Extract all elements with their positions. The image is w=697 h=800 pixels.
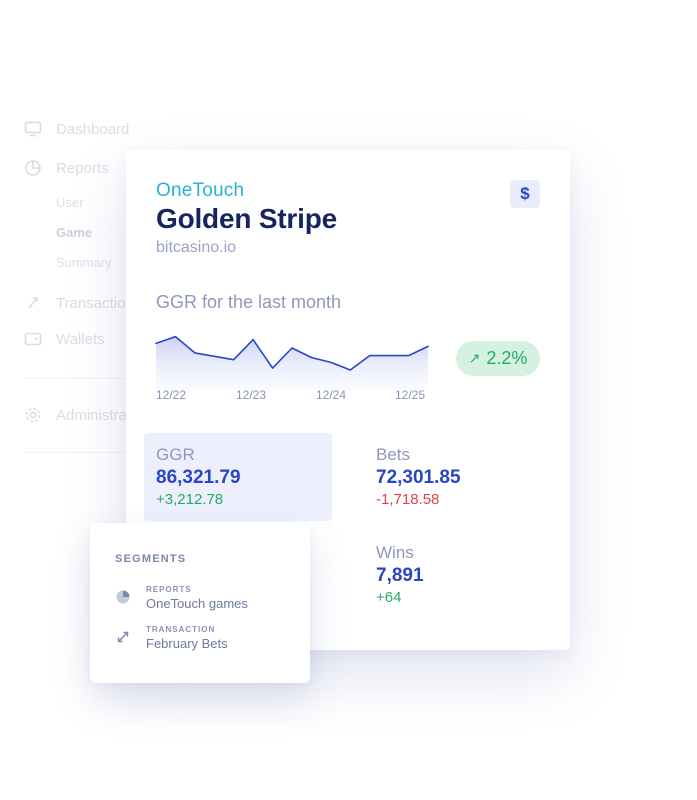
segment-name: February Bets — [146, 636, 228, 651]
sidebar-divider — [24, 452, 134, 453]
stat-value: 86,321.79 — [156, 467, 241, 488]
sidebar-item-transactions[interactable]: Transactions — [24, 294, 141, 312]
sidebar-item-wallets[interactable]: Wallets — [24, 330, 105, 348]
game-provider: OneTouch — [156, 180, 245, 201]
sidebar-item-dashboard[interactable]: Dashboard — [24, 120, 129, 138]
trend-badge: ↗ 2.2% — [456, 341, 540, 376]
gear-icon — [24, 406, 42, 424]
x-tick-label: 12/22 — [156, 388, 187, 402]
chart-area-fill — [156, 336, 428, 390]
stat-delta: +64 — [376, 589, 402, 606]
game-title: Golden Stripe — [156, 203, 337, 234]
transfer-icon — [24, 294, 42, 312]
x-tick-label: 12/24 — [316, 388, 347, 402]
monitor-icon — [24, 120, 42, 138]
stat-value: 72,301.85 — [376, 467, 461, 488]
game-site: bitcasino.io — [156, 239, 237, 256]
sidebar-subitem-game[interactable]: Game — [56, 225, 92, 240]
segment-category: REPORTS — [146, 585, 192, 594]
trend-value: 2.2% — [486, 348, 528, 368]
stat-value: 7,891 — [376, 565, 424, 586]
sidebar-divider — [24, 378, 134, 379]
stat-bets[interactable]: Bets 72,301.85 -1,718.58 — [364, 433, 552, 521]
dollar-icon: $ — [520, 184, 530, 203]
stat-ggr[interactable]: GGR 86,321.79 +3,212.78 — [144, 433, 332, 521]
stat-wins[interactable]: Wins 7,891 +64 — [364, 531, 552, 619]
sidebar-item-reports[interactable]: Reports — [24, 159, 109, 177]
sidebar-item-label: Wallets — [56, 330, 105, 348]
currency-button[interactable]: $ — [510, 180, 540, 208]
x-tick-label: 12/23 — [236, 388, 267, 402]
chart-title: GGR for the last month — [156, 292, 342, 312]
transfer-icon — [115, 629, 131, 645]
wallet-icon — [24, 330, 42, 348]
arrow-up-right-icon: ↗ — [468, 350, 481, 366]
sidebar-subitem-summary[interactable]: Summary — [56, 255, 112, 270]
segment-name: OneTouch games — [146, 596, 248, 611]
stat-delta: -1,718.58 — [376, 491, 440, 508]
sidebar-item-label: Dashboard — [56, 120, 130, 138]
segment-category: TRANSACTION — [146, 625, 216, 634]
segments-panel: SEGMENTS REPORTS OneTouch games TRANSACT… — [90, 523, 310, 683]
pie-chart-icon — [115, 589, 131, 605]
segments-title: SEGMENTS — [115, 553, 187, 565]
stat-label: Wins — [376, 543, 414, 562]
ggr-area-chart — [155, 335, 429, 390]
stat-label: GGR — [156, 445, 195, 464]
sidebar-item-label: Reports — [56, 159, 109, 177]
stat-delta: +3,212.78 — [156, 491, 224, 508]
x-tick-label: 12/25 — [395, 388, 426, 402]
stat-label: Bets — [376, 445, 411, 464]
pie-chart-icon — [24, 159, 42, 177]
sidebar-subitem-user[interactable]: User — [56, 195, 83, 210]
